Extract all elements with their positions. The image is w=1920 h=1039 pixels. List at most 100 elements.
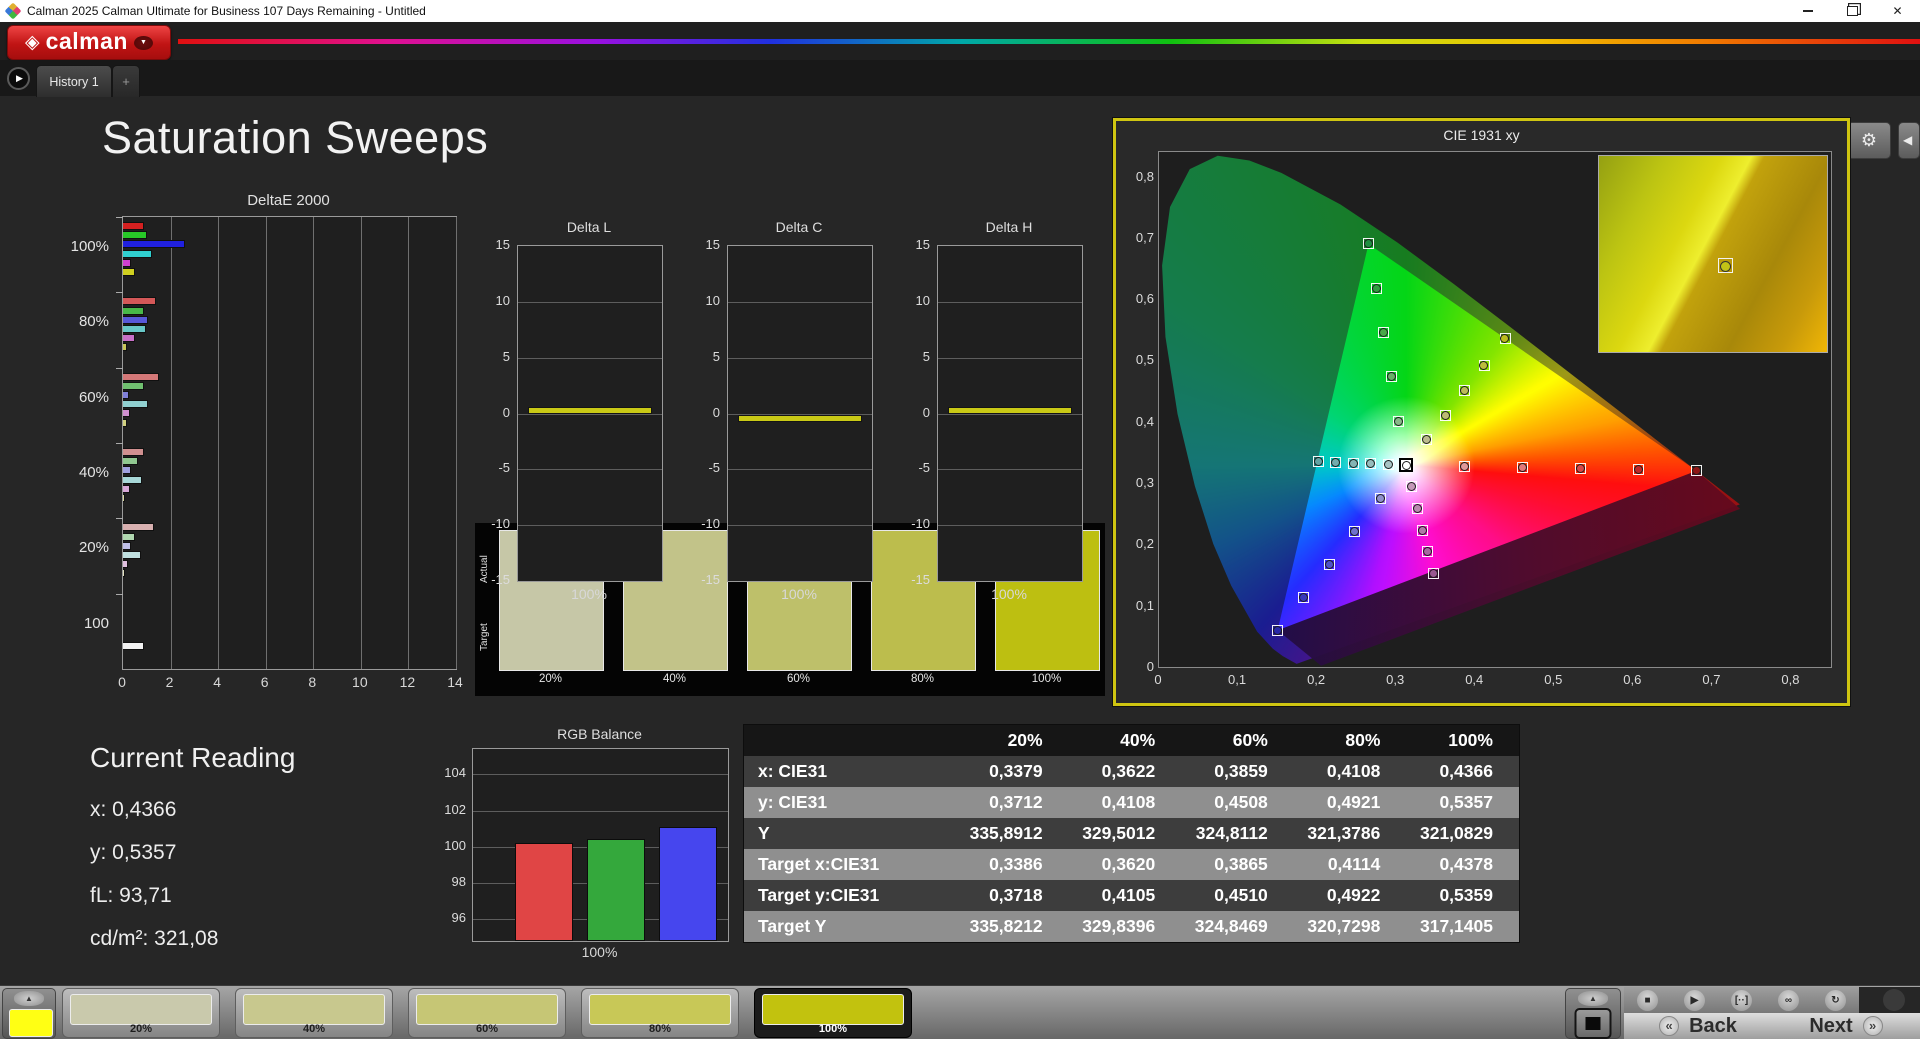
y-tick-label: -5 [918, 460, 930, 476]
x-tick-label: 14 [447, 674, 463, 690]
stop-button[interactable]: ■ [1624, 987, 1672, 1013]
measurement-table: 20% 40% 60% 80% 100% x: CIE31 0,3379 0,3622 0,38… [743, 724, 1520, 943]
x-tick-label: 2 [165, 674, 174, 690]
play-icon: ▶ [1684, 989, 1705, 1011]
y-tick-label: 5 [712, 348, 720, 364]
cie-1931-panel[interactable]: CIE 1931 xy 0 0,1 0,2 0,3 0,4 0,5 0,6 0,7 0,8 0 0,… [1113, 118, 1850, 706]
deltae-bar [123, 268, 135, 276]
gridline [728, 525, 872, 527]
level-button-80%[interactable]: 80% [581, 988, 739, 1038]
back-button[interactable]: « Back [1624, 1013, 1773, 1039]
gridline [360, 217, 362, 669]
gridline [938, 469, 1082, 471]
y-tick [116, 217, 123, 218]
y-tick-label: 10 [915, 292, 930, 308]
play-button[interactable]: ▶ [1671, 987, 1719, 1013]
group-label: 100 [83, 614, 109, 632]
cell-value: 0,4114 [1293, 849, 1407, 880]
measure-panel: ▲ [1565, 988, 1621, 1039]
level-button-20%[interactable]: 20% [62, 988, 220, 1038]
continuous-measure-button[interactable]: ∞ [1765, 987, 1813, 1013]
gridline [518, 525, 662, 527]
gridline [473, 810, 728, 812]
deltae-bar [123, 569, 126, 578]
y-tick-label: 0,6 [1135, 291, 1154, 307]
cell-value: 0,5357 [1406, 787, 1519, 818]
plot-area [937, 245, 1083, 582]
group-label: 100% [70, 238, 109, 255]
x-tick-label: 8 [308, 674, 317, 690]
gridline [265, 217, 267, 669]
expand-up-icon[interactable]: ▲ [14, 991, 44, 1006]
x-label: 100% [991, 586, 1027, 602]
green-measured-point [1386, 372, 1396, 382]
cell-value: 321,3786 [1293, 818, 1407, 849]
group-label: 60% [78, 388, 109, 406]
yellow-measured-point [1479, 360, 1489, 370]
level-label: 20% [129, 1023, 153, 1035]
current-reading-panel: Current Reading x: 0,4366 y: 0,5357 fL: 93… [90, 742, 420, 960]
bottom-control-bar: ▲ 20% 40% 60% 80% 100% ▲ ■ ▶ [··] ∞ ↻ « Back Nex… [0, 985, 1920, 1039]
y-tick-label: 10 [705, 292, 720, 308]
swatch-label: 60% [786, 673, 811, 685]
rgb-bar-red [515, 843, 573, 941]
x-tick-label: 6 [260, 674, 269, 690]
red-measured-point [1575, 464, 1585, 474]
deltae-y-labels: 100% 80% 60% 40% 20% 100 [47, 216, 117, 668]
level-swatch [416, 994, 558, 1025]
deltae-bar [123, 231, 147, 240]
chevron-down-icon: ▼ [133, 35, 153, 50]
column-header: 40% [1068, 725, 1182, 756]
plot-area [517, 245, 663, 582]
pattern-window-button[interactable]: [··] [1718, 987, 1766, 1013]
cell-value: 0,4108 [1293, 756, 1407, 787]
level-button-60%[interactable]: 60% [408, 988, 566, 1038]
deltae-bar [123, 409, 131, 418]
add-tab-button[interactable]: + [112, 65, 140, 97]
green-measured-point [1379, 327, 1389, 337]
deltae-bar [123, 457, 139, 466]
restore-button[interactable] [1830, 0, 1875, 22]
level-button-40%[interactable]: 40% [235, 988, 393, 1038]
y-tick-label: 0,4 [1135, 413, 1154, 429]
white-point [1401, 460, 1411, 470]
deltae-bar [123, 372, 159, 381]
tab-scroll-button[interactable]: ▶ [7, 67, 30, 90]
tab-history-1[interactable]: History 1 [36, 65, 112, 97]
calman-menu-button[interactable]: ◈ calman ▼ [7, 25, 171, 60]
y-tick-label: 0,1 [1135, 597, 1154, 613]
deltae-bar [123, 560, 128, 569]
gridline [313, 217, 315, 669]
gridline [408, 217, 410, 669]
level-swatch [762, 994, 904, 1025]
current-pattern-swatch[interactable] [9, 1009, 53, 1037]
gridline [728, 301, 872, 303]
cyan-measured-point [1313, 457, 1323, 467]
stop-square-icon [1585, 1017, 1601, 1030]
stop-target-button[interactable] [1574, 1008, 1612, 1039]
next-button[interactable]: Next » [1772, 1013, 1920, 1039]
y-tick-label: -10 [911, 516, 930, 532]
y-tick [116, 593, 123, 595]
level-button-100%[interactable]: 100% [754, 988, 912, 1038]
cell-value: 335,8212 [956, 911, 1069, 942]
level-label: 60% [475, 1023, 499, 1035]
rgb-x-label: 100% [581, 944, 618, 960]
y-tick-label: 0 [922, 404, 930, 420]
close-button[interactable]: ✕ [1875, 0, 1920, 22]
deltae-bar [123, 315, 148, 324]
rgb-bar-green [587, 838, 645, 941]
cell-value: 329,8396 [1068, 911, 1182, 942]
refresh-button[interactable]: ↻ [1812, 987, 1860, 1013]
column-header: 80% [1293, 725, 1407, 756]
cyan-measured-point [1348, 458, 1358, 468]
level-label: 100% [818, 1023, 848, 1035]
minimize-button[interactable] [1785, 0, 1830, 22]
y-tick-label: -15 [911, 572, 930, 587]
current-reading-title: Current Reading [90, 742, 296, 773]
y-tick [116, 292, 123, 294]
gridline [938, 301, 1082, 303]
level-swatch [589, 994, 731, 1025]
gridline [518, 413, 662, 415]
expand-up-icon[interactable]: ▲ [1578, 991, 1608, 1006]
